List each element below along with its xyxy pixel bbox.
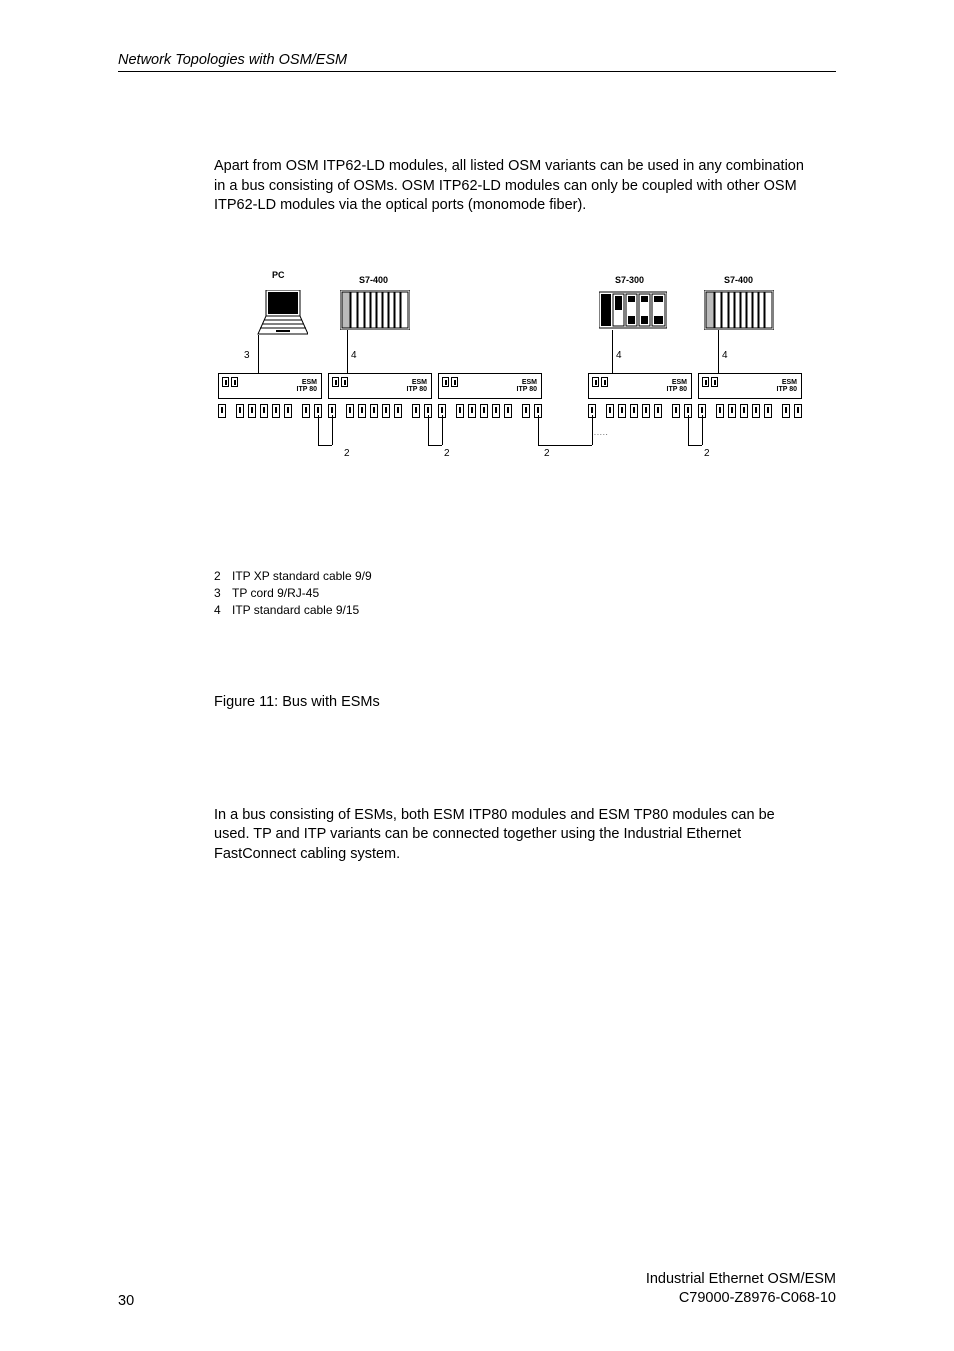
vline-s7400-1 [347, 330, 348, 373]
cable-seg [538, 415, 539, 445]
s7300-icon [599, 290, 667, 330]
legend-text: ITP standard cable 9/15 [232, 602, 359, 619]
label-s7300: S7-300 [615, 275, 644, 285]
page-footer: 30 Industrial Ethernet OSM/ESM C79000-Z8… [118, 1270, 836, 1309]
vline-s7300 [612, 330, 613, 373]
legend-num: 2 [214, 568, 232, 585]
paragraph-1: Apart from OSM ITP62-LD modules, all lis… [214, 157, 812, 216]
legend-text: TP cord 9/RJ-45 [232, 585, 319, 602]
esm-sublabel: ITP 80 [777, 386, 798, 393]
cable-seg [702, 415, 703, 445]
s7400-icon-1 [340, 290, 410, 330]
esm-label: ESM [412, 379, 427, 386]
esm-label: ESM [782, 379, 797, 386]
legend-row: 2 ITP XP standard cable 9/9 [214, 568, 812, 585]
esm-ports-2 [328, 401, 432, 421]
vline-pc [258, 335, 259, 373]
esm-box-2: ESMITP 80 [328, 373, 432, 399]
legend-num: 3 [214, 585, 232, 602]
cable-seg [592, 415, 593, 445]
cable-seg [332, 415, 333, 445]
label-s7400-1: S7-400 [359, 275, 388, 285]
footer-line-1: Industrial Ethernet OSM/ESM [646, 1270, 836, 1290]
esm-box-3: ESMITP 80 [438, 373, 542, 399]
legend-row: 3 TP cord 9/RJ-45 [214, 585, 812, 602]
page-number: 30 [118, 1293, 134, 1309]
legend-row: 4 ITP standard cable 9/15 [214, 602, 812, 619]
figure-diagram: PC S7-400 S7-300 S7-400 [214, 270, 779, 540]
esm-ports-3 [438, 401, 542, 421]
cable-label-2-4: 2 [704, 448, 710, 459]
footer-line-2: C79000-Z8976-C068-10 [646, 1289, 836, 1309]
cable-label-2-2: 2 [444, 448, 450, 459]
cable-seg [442, 415, 443, 445]
cable-seg [688, 445, 702, 446]
esm-ports-1 [218, 401, 322, 421]
esm-sublabel: ITP 80 [297, 386, 318, 393]
esm-sublabel: ITP 80 [667, 386, 688, 393]
esm-box-5: ESMITP 80 [698, 373, 802, 399]
esm-label: ESM [302, 379, 317, 386]
esm-ports-5 [698, 401, 802, 421]
esm-sublabel: ITP 80 [407, 386, 428, 393]
s7400-icon-2 [704, 290, 774, 330]
vlabel-3: 3 [244, 350, 250, 361]
cable-seg [538, 445, 592, 446]
cable-label-2-1: 2 [344, 448, 350, 459]
label-pc: PC [272, 270, 285, 280]
legend: 2 ITP XP standard cable 9/9 3 TP cord 9/… [214, 568, 812, 620]
vlabel-4-1: 4 [351, 350, 357, 361]
esm-label: ESM [522, 379, 537, 386]
esm-sublabel: ITP 80 [517, 386, 538, 393]
esm-box-4: ESMITP 80 [588, 373, 692, 399]
label-s7400-2: S7-400 [724, 275, 753, 285]
legend-text: ITP XP standard cable 9/9 [232, 568, 372, 585]
esm-box-1: ESMITP 80 [218, 373, 322, 399]
legend-num: 4 [214, 602, 232, 619]
cable-seg [318, 445, 332, 446]
paragraph-2: In a bus consisting of ESMs, both ESM IT… [214, 806, 812, 865]
vlabel-4-3: 4 [722, 350, 728, 361]
cable-seg [428, 415, 429, 445]
cable-label-2-3: 2 [544, 448, 550, 459]
esm-label: ESM [672, 379, 687, 386]
vlabel-4-2: 4 [616, 350, 622, 361]
header-title: Network Topologies with OSM/ESM [118, 52, 347, 68]
cable-seg [318, 415, 319, 445]
pc-icon [252, 290, 308, 330]
figure-caption: Figure 11: Bus with ESMs [214, 694, 812, 710]
page-header: Network Topologies with OSM/ESM [118, 52, 836, 72]
vline-s7400-2 [718, 330, 719, 373]
ellipsis-dots: ..... [594, 430, 609, 437]
esm-ports-4 [588, 401, 692, 421]
cable-seg [428, 445, 442, 446]
cable-seg [688, 415, 689, 445]
